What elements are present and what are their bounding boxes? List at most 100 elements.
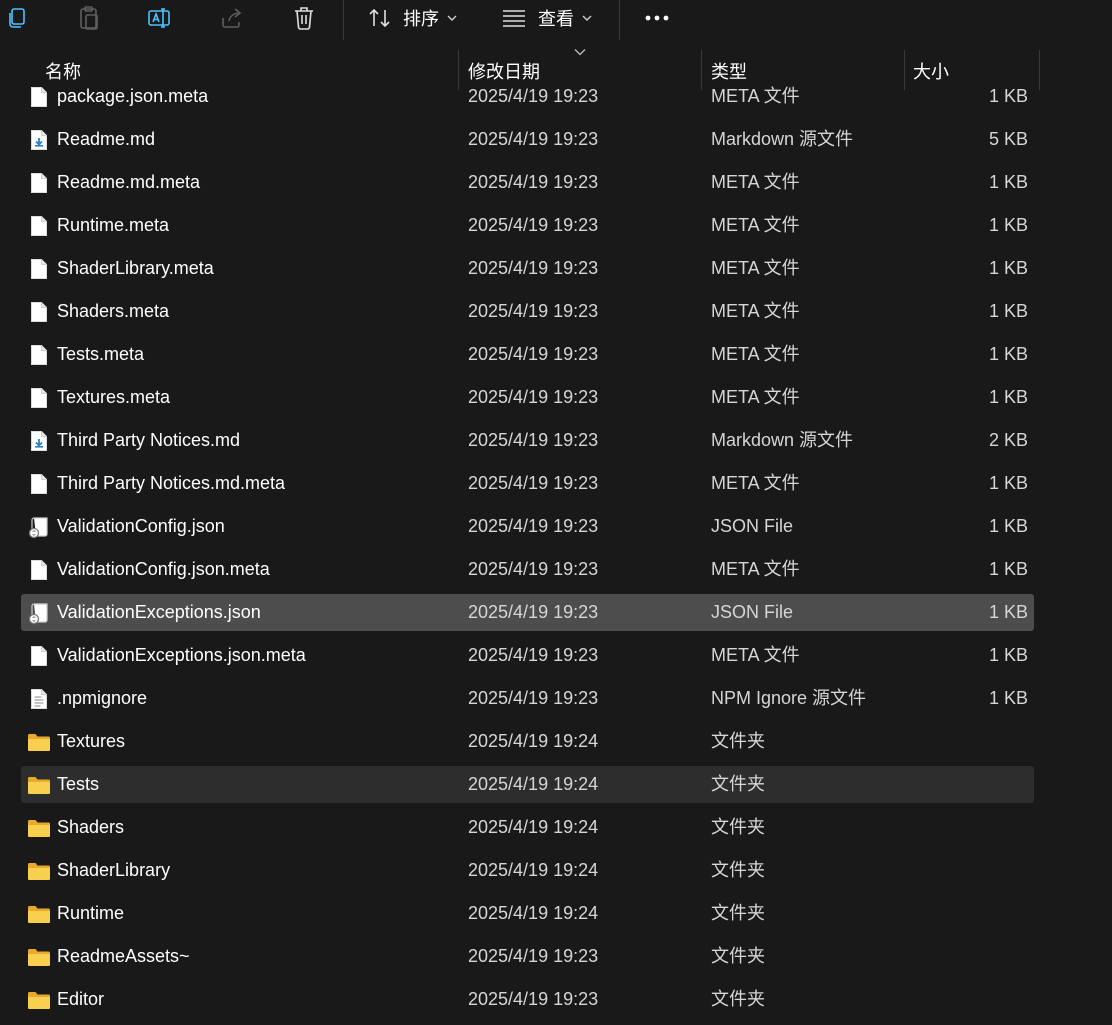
file-row[interactable]: ReadmeAssets~ 2025/4/19 19:23 文件夹 <box>21 938 1034 975</box>
file-name: .npmignore <box>57 688 148 708</box>
copy-button[interactable] <box>2 4 32 32</box>
file-date: 2025/4/19 19:24 <box>468 817 599 837</box>
folder-icon <box>27 723 51 760</box>
file-row[interactable]: ShaderLibrary.meta 2025/4/19 19:23 META 文件… <box>21 250 1034 287</box>
file-size: 1 KB <box>988 301 1028 321</box>
file-size: 5 KB <box>988 129 1028 149</box>
sort-button[interactable]: 排序 <box>367 4 463 32</box>
file-row[interactable]: Shaders.meta 2025/4/19 19:23 META 文件 1 KB <box>21 293 1034 330</box>
file-icon <box>27 250 51 287</box>
file-type: META 文件 <box>711 215 800 235</box>
chevron-down-icon <box>582 15 592 21</box>
file-size: 1 KB <box>988 688 1028 708</box>
file-type: 文件夹 <box>711 989 765 1009</box>
file-row[interactable]: Readme.md.meta 2025/4/19 19:23 META 文件 1 KB <box>21 164 1034 201</box>
share-button[interactable] <box>217 4 247 32</box>
file-date: 2025/4/19 19:23 <box>468 387 599 407</box>
file-size: 1 KB <box>988 387 1028 407</box>
file-size: 1 KB <box>988 559 1028 579</box>
file-size: 1 KB <box>988 645 1028 665</box>
file-type: META 文件 <box>711 301 800 321</box>
file-type: NPM Ignore 源文件 <box>711 688 867 708</box>
file-date: 2025/4/19 19:23 <box>468 645 599 665</box>
file-name: Runtime.meta <box>57 215 170 235</box>
file-type: 文件夹 <box>711 903 765 923</box>
file-date: 2025/4/19 19:23 <box>468 602 599 622</box>
file-row[interactable]: .npmignore 2025/4/19 19:23 NPM Ignore 源文件 1… <box>21 680 1034 717</box>
file-type: META 文件 <box>711 473 800 493</box>
file-row[interactable]: ValidationExceptions.json 2025/4/19 19:23… <box>21 594 1034 631</box>
file-date: 2025/4/19 19:23 <box>468 344 599 364</box>
folder-icon <box>27 981 51 1018</box>
rename-icon <box>148 8 170 28</box>
file-size: 1 KB <box>988 172 1028 192</box>
file-icon <box>27 551 51 588</box>
column-divider[interactable] <box>1039 50 1040 90</box>
file-row[interactable]: package.json.meta 2025/4/19 19:23 META 文件 1… <box>21 78 1034 115</box>
delete-button[interactable] <box>289 4 319 32</box>
file-date: 2025/4/19 19:23 <box>468 258 599 278</box>
file-icon <box>27 293 51 330</box>
more-button[interactable] <box>640 4 674 32</box>
file-icon <box>27 207 51 244</box>
more-icon <box>645 15 669 21</box>
copy-icon <box>9 8 25 28</box>
sort-descending-icon <box>574 49 586 56</box>
file-row[interactable]: Tests 2025/4/19 19:24 文件夹 <box>21 766 1034 803</box>
folder-icon <box>27 766 51 803</box>
file-date: 2025/4/19 19:24 <box>468 731 599 751</box>
json-file-icon <box>27 508 51 545</box>
paste-button[interactable] <box>74 4 104 32</box>
file-row[interactable]: Readme.md 2025/4/19 19:23 Markdown 源文件 5 KB <box>21 121 1034 158</box>
file-row[interactable]: Third Party Notices.md.meta 2025/4/19 19:… <box>21 465 1034 502</box>
file-name: Runtime <box>57 903 125 923</box>
file-date: 2025/4/19 19:24 <box>468 903 599 923</box>
paste-icon <box>80 6 98 30</box>
file-name: Tests.meta <box>57 344 145 364</box>
file-type: Markdown 源文件 <box>711 129 854 149</box>
file-row[interactable]: ValidationExceptions.json.meta 2025/4/19 … <box>21 637 1034 674</box>
view-label: 查看 <box>538 9 574 29</box>
file-date: 2025/4/19 19:23 <box>468 129 599 149</box>
folder-icon <box>27 852 51 889</box>
file-date: 2025/4/19 19:23 <box>468 688 599 708</box>
markdown-file-icon <box>27 121 51 158</box>
file-row[interactable]: Runtime.meta 2025/4/19 19:23 META 文件 1 KB <box>21 207 1034 244</box>
file-row[interactable]: Shaders 2025/4/19 19:24 文件夹 <box>21 809 1034 846</box>
rename-button[interactable] <box>145 4 175 32</box>
command-bar: 排序 查看 <box>0 0 1112 40</box>
file-date: 2025/4/19 19:23 <box>468 559 599 579</box>
file-size: 2 KB <box>988 430 1028 450</box>
file-row[interactable]: Tests.meta 2025/4/19 19:23 META 文件 1 KB <box>21 336 1034 373</box>
file-name: Textures <box>57 731 126 751</box>
file-row[interactable]: ValidationConfig.json.meta 2025/4/19 19:2… <box>21 551 1034 588</box>
file-type: JSON File <box>711 602 794 622</box>
file-row[interactable]: Textures.meta 2025/4/19 19:23 META 文件 1 KB <box>21 379 1034 416</box>
file-row[interactable]: ShaderLibrary 2025/4/19 19:24 文件夹 <box>21 852 1034 889</box>
file-row[interactable]: Third Party Notices.md 2025/4/19 19:23 Mar… <box>21 422 1034 459</box>
file-type: 文件夹 <box>711 731 765 751</box>
file-date: 2025/4/19 19:23 <box>468 430 599 450</box>
file-row[interactable]: ValidationConfig.json 2025/4/19 19:23 JSON… <box>21 508 1034 545</box>
file-row[interactable]: Editor 2025/4/19 19:23 文件夹 <box>21 981 1034 1018</box>
file-row[interactable]: Textures 2025/4/19 19:24 文件夹 <box>21 723 1034 760</box>
toolbar-divider <box>619 0 620 40</box>
file-type: JSON File <box>711 516 794 536</box>
file-size: 1 KB <box>988 602 1028 622</box>
file-name: Shaders.meta <box>57 301 170 321</box>
file-date: 2025/4/19 19:24 <box>468 774 599 794</box>
file-date: 2025/4/19 19:23 <box>468 473 599 493</box>
view-button[interactable]: 查看 <box>502 4 598 32</box>
delete-icon <box>295 7 313 30</box>
file-type: META 文件 <box>711 559 800 579</box>
sort-label: 排序 <box>403 9 439 29</box>
file-name: ReadmeAssets~ <box>57 946 190 966</box>
file-row[interactable]: Runtime 2025/4/19 19:24 文件夹 <box>21 895 1034 932</box>
file-date: 2025/4/19 19:23 <box>468 301 599 321</box>
file-date: 2025/4/19 19:23 <box>468 516 599 536</box>
file-name: ShaderLibrary <box>57 860 171 880</box>
file-icon <box>27 465 51 502</box>
share-icon <box>222 8 242 28</box>
file-type: 文件夹 <box>711 860 765 880</box>
file-name: ShaderLibrary.meta <box>57 258 214 278</box>
